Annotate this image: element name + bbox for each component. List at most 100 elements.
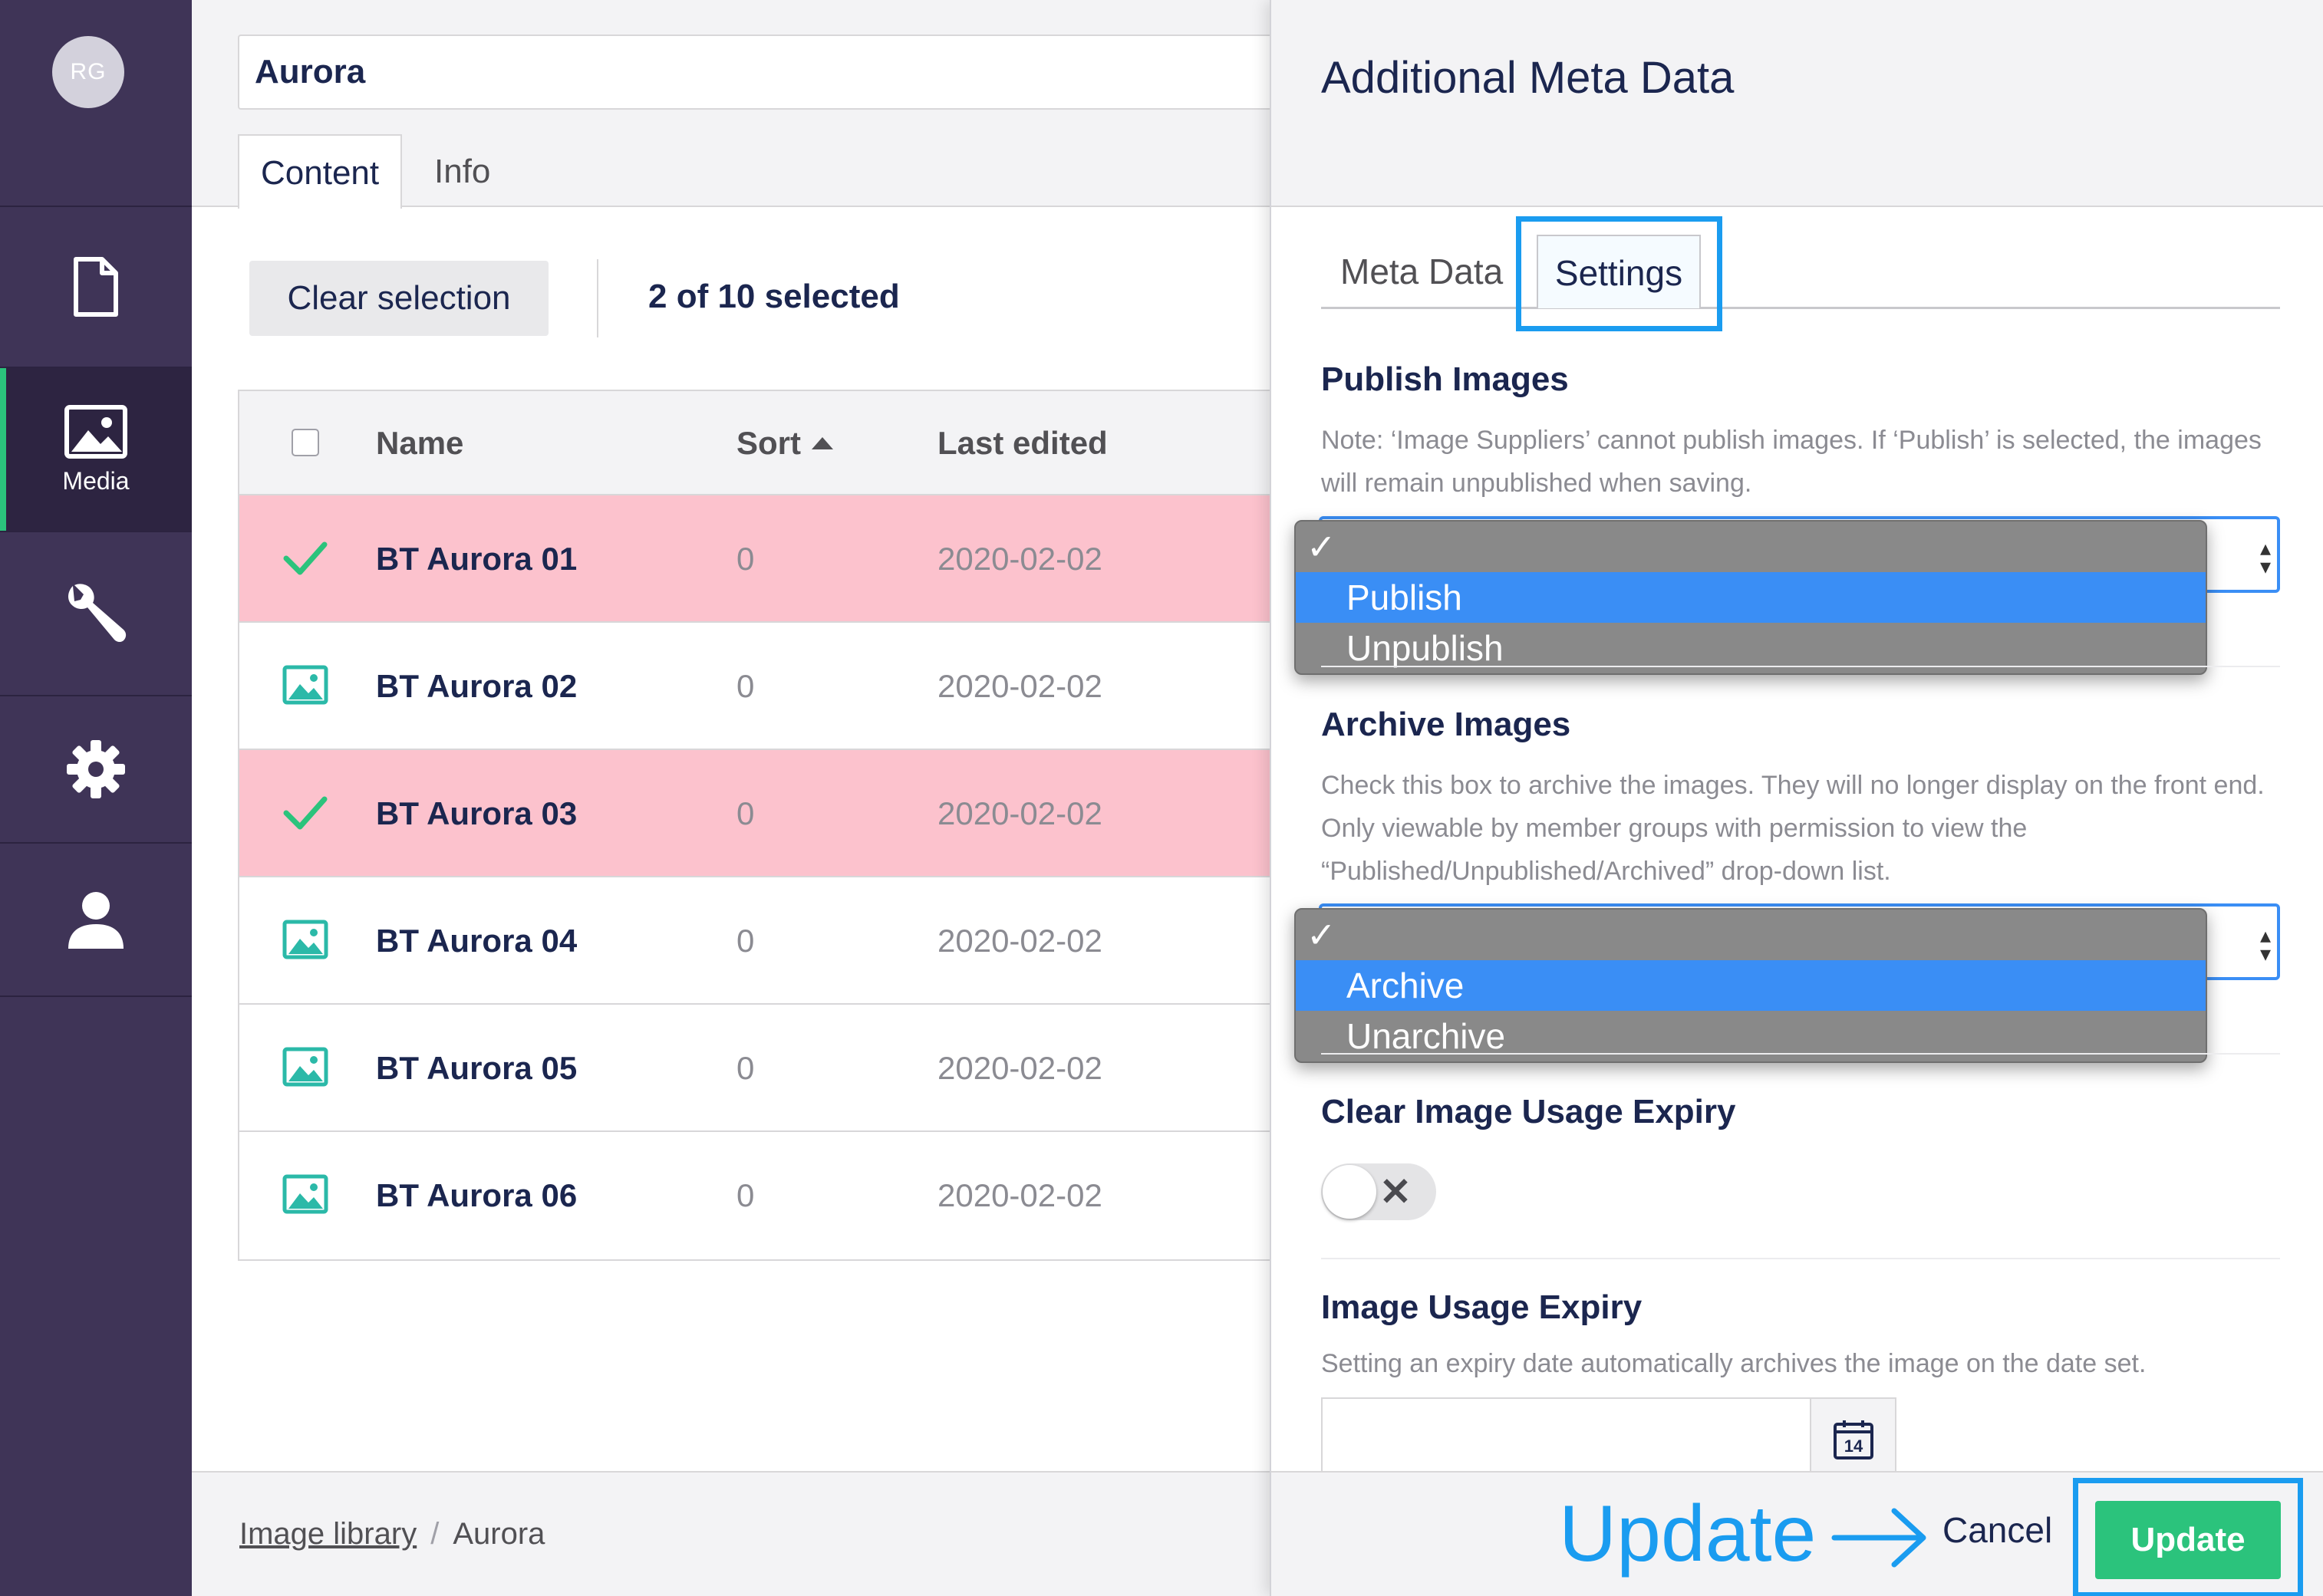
checkmark-icon — [283, 541, 328, 575]
row-name[interactable]: BT Aurora 03 — [376, 750, 577, 877]
cancel-button[interactable]: Cancel — [1942, 1509, 2052, 1551]
checkmark-icon: ✓ — [1306, 915, 1336, 955]
user-avatar[interactable]: RG — [52, 36, 124, 108]
sidebar-item-label: Media — [62, 466, 130, 495]
row-sort: 0 — [736, 795, 755, 831]
update-annotation: Update — [1559, 1489, 1817, 1578]
row-sort: 0 — [736, 668, 755, 704]
user-icon — [68, 892, 124, 949]
section-divider — [1321, 1053, 2280, 1055]
table-header: Name Sort Last edited — [239, 391, 1280, 495]
row-sort: 0 — [736, 1177, 755, 1213]
image-icon — [64, 404, 127, 459]
row-last-edited: 2020-02-02 — [937, 795, 1102, 831]
table-row[interactable]: BT Aurora 03 0 2020-02-02 — [239, 750, 1280, 877]
section-divider — [1321, 666, 2280, 667]
editor-header: Content Info — [192, 0, 1281, 209]
checkmark-icon — [283, 796, 328, 830]
panel-header: Additional Meta Data — [1271, 0, 2323, 207]
archive-images-title: Archive Images — [1321, 706, 1571, 743]
image-icon — [282, 920, 328, 959]
image-icon — [282, 665, 328, 705]
image-icon — [282, 1047, 328, 1087]
sidebar-item-settings[interactable] — [0, 532, 192, 695]
column-name[interactable]: Name — [376, 391, 463, 495]
tab-info[interactable]: Info — [413, 134, 512, 209]
row-name[interactable]: BT Aurora 02 — [376, 623, 577, 750]
row-last-edited: 2020-02-02 — [937, 541, 1102, 577]
gear-icon — [67, 740, 125, 798]
table-row[interactable]: BT Aurora 02 0 2020-02-02 — [239, 623, 1280, 750]
sidebar-divider — [0, 995, 192, 997]
table-row[interactable]: BT Aurora 06 0 2020-02-02 — [239, 1132, 1280, 1259]
dropdown-option-archive[interactable]: Archive — [1296, 960, 2206, 1011]
select-arrows-icon: ▴ ▾ — [2259, 536, 2271, 578]
sidebar-item-media[interactable]: Media — [0, 368, 192, 531]
row-sort: 0 — [736, 1050, 755, 1086]
publish-images-description: Note: ‘Image Suppliers’ cannot publish i… — [1321, 426, 2262, 498]
column-sort[interactable]: Sort — [736, 391, 833, 495]
settings-tab-highlight — [1516, 216, 1722, 331]
sidebar-item-users[interactable] — [0, 844, 192, 995]
sort-ascending-icon — [812, 437, 833, 449]
sidebar-item-content[interactable] — [0, 207, 192, 367]
meta-data-panel: Additional Meta Data Meta Data Settings … — [1270, 0, 2323, 1596]
section-divider — [1321, 1258, 2280, 1259]
column-sort-label: Sort — [736, 425, 801, 461]
tab-meta-data[interactable]: Meta Data — [1340, 235, 1503, 308]
row-sort: 0 — [736, 541, 755, 577]
table-row[interactable]: BT Aurora 05 0 2020-02-02 — [239, 1005, 1280, 1132]
row-last-edited: 2020-02-02 — [937, 668, 1102, 704]
sidebar-item-packages[interactable] — [0, 696, 192, 842]
editor-footer: Image library / Aurora — [192, 1471, 1270, 1596]
breadcrumb-current: Aurora — [453, 1517, 545, 1551]
select-all-checkbox[interactable] — [292, 429, 319, 456]
clear-expiry-toggle[interactable]: ✕ — [1321, 1163, 1436, 1220]
row-name[interactable]: BT Aurora 01 — [376, 495, 577, 623]
publish-images-title: Publish Images — [1321, 360, 1569, 398]
arrow-right-icon — [1831, 1508, 1926, 1568]
publish-dropdown: ✓ Publish Unpublish — [1294, 520, 2207, 675]
media-editor: Content Info Clear selection 2 of 10 sel… — [192, 0, 1281, 1596]
row-last-edited: 2020-02-02 — [937, 923, 1102, 959]
calendar-day-label: 14 — [1844, 1436, 1863, 1456]
selection-count: 2 of 10 selected — [648, 278, 900, 315]
panel-footer: Update Cancel Update — [1271, 1471, 2323, 1596]
row-last-edited: 2020-02-02 — [937, 1177, 1102, 1213]
archive-dropdown: ✓ Archive Unarchive — [1294, 908, 2207, 1063]
table-body: BT Aurora 01 0 2020-02-02 BT Aurora 02 0 2020… — [239, 495, 1280, 1259]
name-input[interactable] — [238, 35, 1281, 110]
tab-content[interactable]: Content — [238, 134, 403, 209]
dropdown-option-publish[interactable]: Publish — [1296, 572, 2206, 623]
wrench-icon — [68, 584, 127, 642]
calendar-button[interactable]: 14 — [1810, 1397, 1896, 1482]
document-icon — [74, 257, 118, 317]
table-row[interactable]: BT Aurora 04 0 2020-02-02 — [239, 877, 1280, 1005]
dropdown-option-blank[interactable]: ✓ — [1296, 910, 2206, 960]
expiry-description: Setting an expiry date automatically arc… — [1321, 1349, 2147, 1378]
archive-images-description: Check this box to archive the images. Th… — [1321, 771, 2265, 886]
table-row[interactable]: BT Aurora 01 0 2020-02-02 — [239, 495, 1280, 623]
row-name[interactable]: BT Aurora 04 — [376, 877, 577, 1005]
calendar-icon: 14 — [1833, 1420, 1873, 1459]
expiry-title: Image Usage Expiry — [1321, 1288, 1643, 1326]
media-table: Name Sort Last edited BT Aurora 01 0 2020-… — [238, 390, 1281, 1261]
app-sidebar: RG Media — [0, 0, 192, 1596]
checkmark-icon: ✓ — [1306, 527, 1336, 567]
select-arrows-icon: ▴ ▾ — [2259, 923, 2271, 966]
panel-title: Additional Meta Data — [1321, 53, 1735, 103]
toolbar-divider — [597, 259, 598, 337]
row-name[interactable]: BT Aurora 06 — [376, 1132, 577, 1259]
breadcrumb-separator: / — [430, 1517, 440, 1551]
image-icon — [282, 1174, 328, 1214]
clear-selection-button[interactable]: Clear selection — [249, 261, 549, 336]
breadcrumb: Image library / Aurora — [239, 1517, 545, 1552]
column-last-edited[interactable]: Last edited — [937, 391, 1108, 495]
update-button[interactable]: Update — [2095, 1501, 2281, 1579]
clear-expiry-title: Clear Image Usage Expiry — [1321, 1093, 1736, 1130]
breadcrumb-link-image-library[interactable]: Image library — [239, 1517, 417, 1551]
dropdown-option-blank[interactable]: ✓ — [1296, 522, 2206, 572]
close-icon: ✕ — [1379, 1170, 1412, 1213]
toggle-knob — [1323, 1165, 1376, 1219]
row-name[interactable]: BT Aurora 05 — [376, 1005, 577, 1132]
